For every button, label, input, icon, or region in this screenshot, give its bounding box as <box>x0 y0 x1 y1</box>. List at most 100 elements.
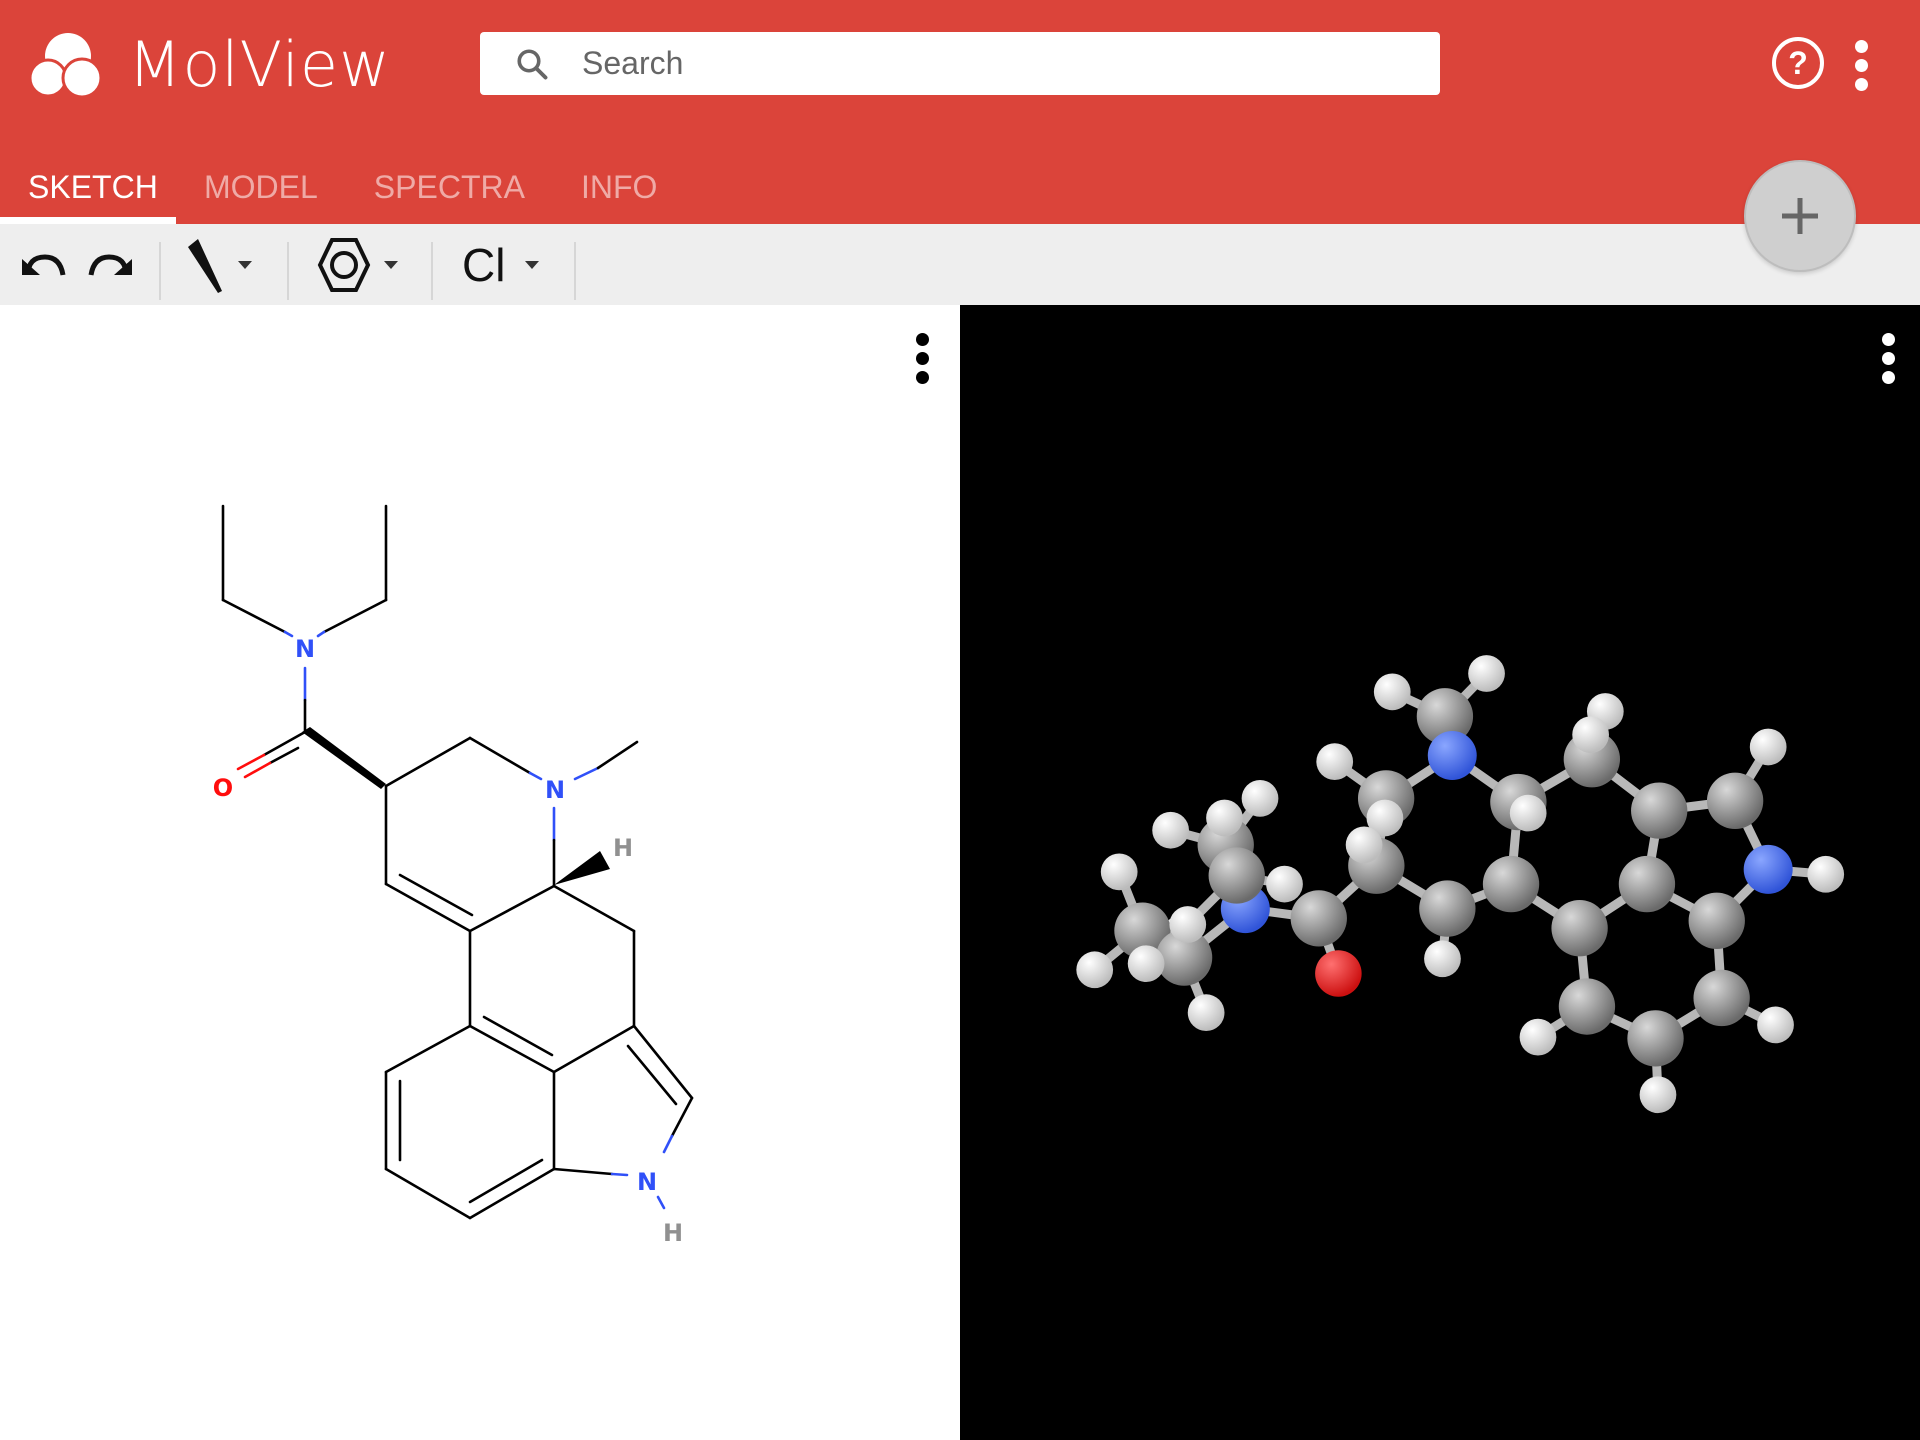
atom-label-n: N <box>295 635 315 663</box>
bond <box>610 1172 629 1177</box>
bond <box>221 598 287 634</box>
bond <box>262 730 307 757</box>
divider <box>574 242 576 300</box>
wedge-bond-icon <box>188 238 222 293</box>
atom-c <box>1558 978 1616 1035</box>
chevron-down-icon <box>384 260 398 269</box>
sketch-canvas[interactable]: N O N H N H <box>0 305 960 1440</box>
atom-h <box>1187 994 1225 1032</box>
element-label: Cl <box>462 238 506 291</box>
more-vert-icon[interactable] <box>1855 40 1869 97</box>
bond <box>468 736 532 775</box>
tab-bar: SKETCH MODEL SPECTRA INFO <box>0 150 685 224</box>
atom-c <box>1419 880 1476 937</box>
help-button[interactable]: ? <box>1771 36 1825 95</box>
sketch-toolbar: Cl <box>0 224 1920 305</box>
atom-h <box>1206 799 1243 837</box>
atom-c <box>1290 890 1347 947</box>
tab-spectra[interactable]: SPECTRA <box>346 150 553 224</box>
bond <box>662 1134 674 1154</box>
atom-label-o: O <box>213 774 233 802</box>
structure-drawing: N O N H N H <box>213 504 694 1247</box>
bond <box>384 736 472 788</box>
redo-icon <box>88 253 132 276</box>
atom-h <box>1241 780 1279 817</box>
bond <box>573 766 600 781</box>
svg-text:?: ? <box>1788 45 1808 81</box>
atom-c <box>1688 892 1745 949</box>
chevron-down-icon <box>525 260 540 269</box>
bond <box>656 1195 666 1210</box>
divider <box>431 242 433 300</box>
bond <box>322 598 388 634</box>
logo[interactable]: MolView <box>30 30 391 100</box>
bond <box>384 1167 472 1220</box>
atom-o <box>1315 950 1362 997</box>
atom-h <box>1345 826 1383 864</box>
atom-label-n: N <box>637 1168 657 1196</box>
atom-h <box>1424 940 1461 978</box>
atom-h <box>1266 865 1303 903</box>
atom-h <box>1316 743 1354 781</box>
ring-tool-button[interactable] <box>316 224 398 305</box>
bond <box>316 630 326 638</box>
help-circle-icon: ? <box>1772 37 1824 89</box>
atom-label-h: H <box>663 1219 683 1247</box>
divider <box>287 242 289 300</box>
bond <box>384 1024 472 1074</box>
atom-c <box>1706 772 1764 829</box>
atom-h <box>1468 655 1505 692</box>
bond <box>468 884 556 933</box>
bond <box>398 873 474 917</box>
benzene-ring-icon <box>317 237 371 292</box>
atom-n <box>1427 731 1477 781</box>
search-icon <box>517 48 548 79</box>
bond <box>596 740 639 770</box>
atom-c <box>1482 855 1540 913</box>
model-viewer[interactable] <box>960 305 1920 1440</box>
atom-h <box>1127 945 1165 983</box>
atom-label-h: H <box>613 834 633 862</box>
bond <box>552 1024 636 1074</box>
3d-model-render <box>1076 655 1845 1114</box>
tab-info[interactable]: INFO <box>553 150 685 224</box>
search-box[interactable] <box>480 32 1440 95</box>
bond <box>243 761 272 779</box>
wedge-bond <box>302 727 386 789</box>
plus-icon <box>1782 198 1818 234</box>
element-tool-button[interactable]: Cl <box>462 224 540 305</box>
atom-h <box>1169 906 1207 943</box>
atom-c <box>1618 855 1676 913</box>
atom-h <box>1076 951 1114 989</box>
atom-c <box>1627 1010 1684 1067</box>
app-bar: MolView ? SKETCH MODEL SPECTRA INFO <box>0 0 1920 224</box>
atom-h <box>1572 716 1609 754</box>
atom-c <box>1693 969 1750 1027</box>
bond <box>552 884 636 933</box>
bond <box>626 1044 678 1106</box>
atom-h <box>1749 728 1787 766</box>
redo-button[interactable] <box>84 224 134 305</box>
undo-button[interactable] <box>20 224 70 305</box>
atom-h <box>1757 1006 1794 1044</box>
undo-icon <box>22 253 66 276</box>
tab-model[interactable]: MODEL <box>176 150 346 224</box>
atom-h <box>1509 794 1547 832</box>
bond <box>528 771 543 781</box>
search-input[interactable] <box>580 44 1384 83</box>
bond <box>552 1167 614 1176</box>
atom-h <box>1519 1018 1557 1056</box>
atom-h <box>1100 853 1138 891</box>
tab-sketch[interactable]: SKETCH <box>0 150 176 224</box>
bond <box>236 753 266 771</box>
add-button[interactable] <box>1744 160 1856 272</box>
molview-logo-icon <box>30 33 103 98</box>
bond-tool-button[interactable] <box>186 224 252 305</box>
atom-h <box>1807 855 1845 893</box>
atom-h <box>1373 673 1411 711</box>
atom-label-n: N <box>545 776 565 804</box>
atom-c <box>1551 900 1608 957</box>
wedge-bond <box>554 851 610 885</box>
atom-n <box>1743 844 1793 894</box>
atom-c <box>1208 847 1265 904</box>
